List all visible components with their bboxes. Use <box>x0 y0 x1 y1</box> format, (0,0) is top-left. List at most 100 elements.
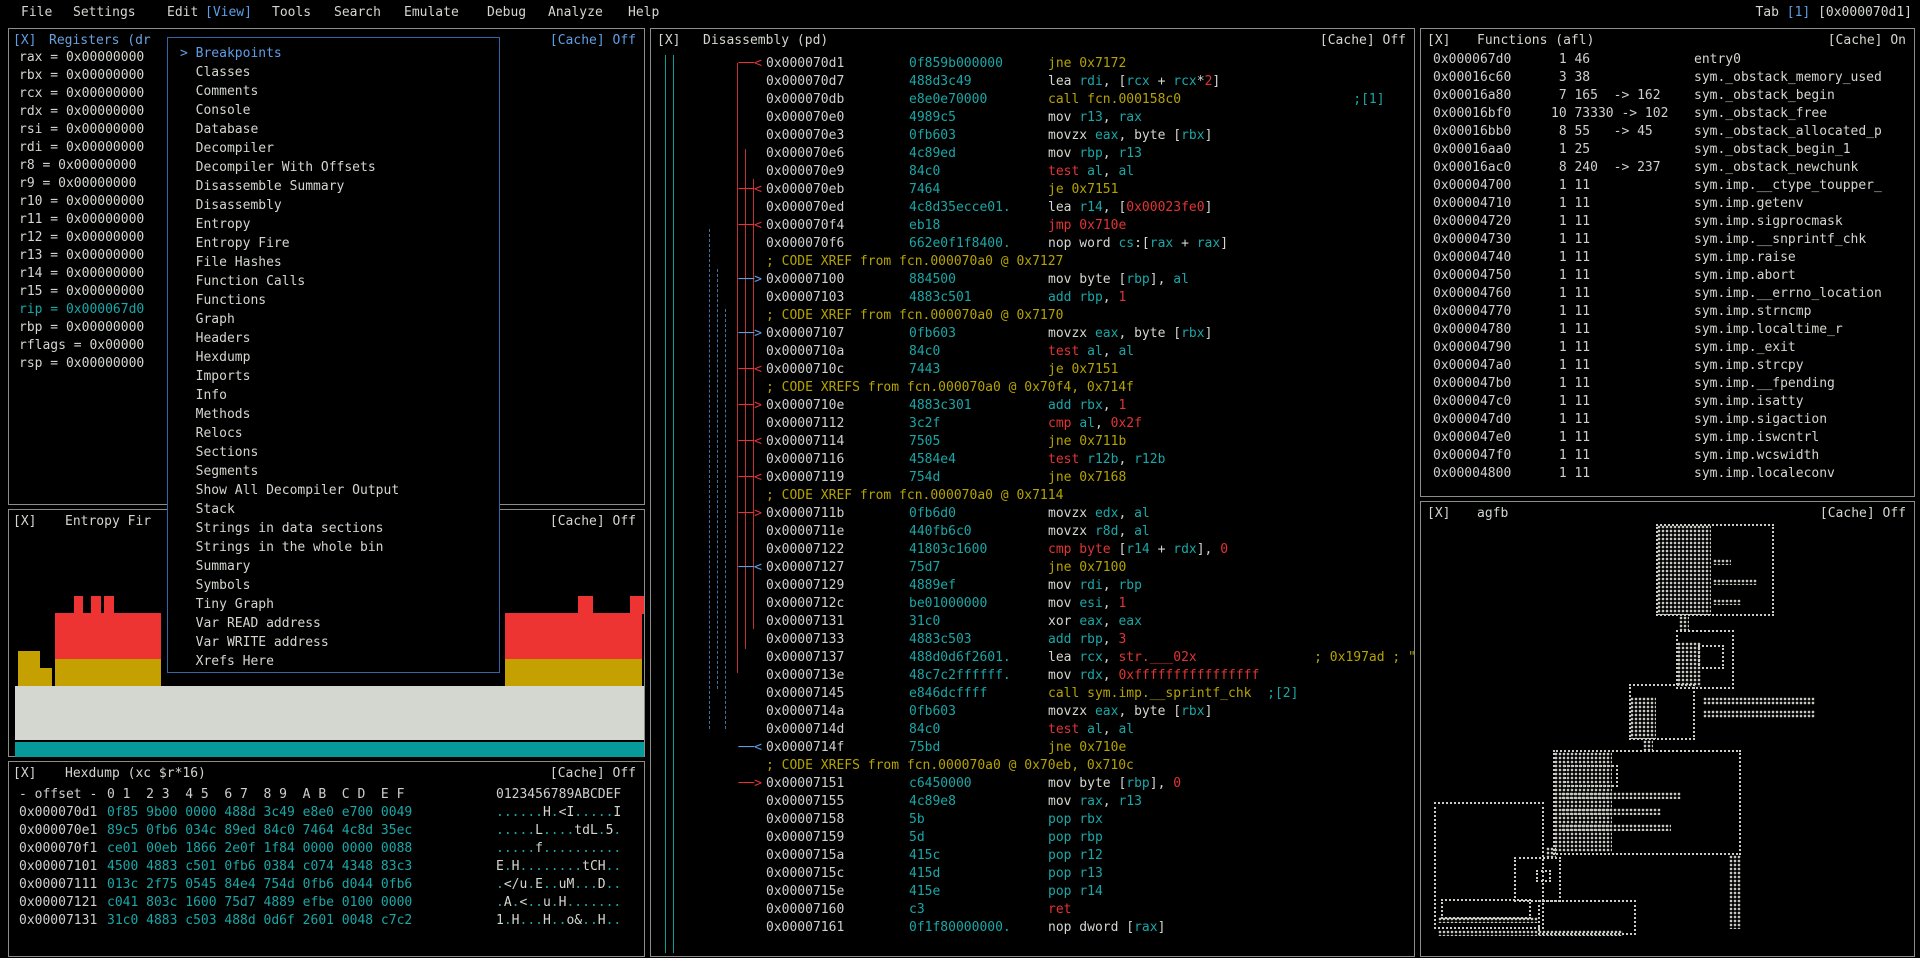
register-r10[interactable]: r10 = 0x00000000 <box>19 193 144 211</box>
view-menu-item-comments[interactable]: Comments <box>168 82 499 101</box>
functions-cache-toggle[interactable]: [Cache] On <box>1828 32 1906 50</box>
view-menu-item-summary[interactable]: Summary <box>168 557 499 576</box>
xref-comment-text: ; CODE XREFS from fcn.000070a0 @ 0x70eb,… <box>766 757 1134 775</box>
function-name: sym._obstack_begin <box>1694 87 1835 105</box>
view-menu-item-strings-in-data-sections[interactable]: Strings in data sections <box>168 519 499 538</box>
register-rcx[interactable]: rcx = 0x00000000 <box>19 85 144 103</box>
agfb-cache-toggle[interactable]: [Cache] Off <box>1820 505 1906 523</box>
view-menu-item-methods[interactable]: Methods <box>168 405 499 424</box>
registers-close-button[interactable]: [X] <box>13 32 36 50</box>
register-rsp[interactable]: rsp = 0x00000000 <box>19 355 144 373</box>
view-menu-item-segments[interactable]: Segments <box>168 462 499 481</box>
view-menu-item-headers[interactable]: Headers <box>168 329 499 348</box>
hexdump-header-offset: - offset - <box>19 786 97 804</box>
menu-item-edit[interactable]: Edit <box>167 4 198 22</box>
entropy-close-button[interactable]: [X] <box>13 513 36 531</box>
view-menu-item-decompiler[interactable]: Decompiler <box>168 139 499 158</box>
register-rflags[interactable]: rflags = 0x00000 <box>19 337 144 355</box>
register-r15[interactable]: r15 = 0x00000000 <box>19 283 144 301</box>
hexdump-close-button[interactable]: [X] <box>13 765 36 783</box>
view-menu-item-disassembly[interactable]: Disassembly <box>168 196 499 215</box>
view-menu-item-disassemble-summary[interactable]: Disassemble Summary <box>168 177 499 196</box>
menu-item-settings[interactable]: Settings <box>73 4 136 22</box>
disassembly-close-button[interactable]: [X] <box>657 32 680 50</box>
register-r11[interactable]: r11 = 0x00000000 <box>19 211 144 229</box>
view-menu-item-relocs[interactable]: Relocs <box>168 424 499 443</box>
view-menu-item-console[interactable]: Console <box>168 101 499 120</box>
view-menu-item-entropy[interactable]: Entropy <box>168 215 499 234</box>
view-menu-item-entropy-fire[interactable]: Entropy Fire <box>168 234 499 253</box>
view-menu-item-var-write-address[interactable]: Var WRITE address <box>168 633 499 652</box>
instruction-address: 0x00007155 <box>766 793 844 811</box>
view-menu-item-info[interactable]: Info <box>168 386 499 405</box>
function-stats: 8 55 -> 45 <box>1551 123 1653 141</box>
view-menu-item-var-read-address[interactable]: Var READ address <box>168 614 499 633</box>
view-menu-item-stack[interactable]: Stack <box>168 500 499 519</box>
register-rsi[interactable]: rsi = 0x00000000 <box>19 121 144 139</box>
view-menu-item-hexdump[interactable]: Hexdump <box>168 348 499 367</box>
view-menu-item-functions[interactable]: Functions <box>168 291 499 310</box>
view-menu-item-symbols[interactable]: Symbols <box>168 576 499 595</box>
view-menu-item-sections[interactable]: Sections <box>168 443 499 462</box>
menu-item-tools[interactable]: Tools <box>272 4 311 22</box>
register-rbp[interactable]: rbp = 0x00000000 <box>19 319 144 337</box>
view-menu-item-breakpoints[interactable]: > Breakpoints <box>168 44 499 63</box>
entropy-bar-segment <box>91 596 101 614</box>
view-menu-item-database[interactable]: Database <box>168 120 499 139</box>
register-r9[interactable]: r9 = 0x00000000 <box>19 175 136 193</box>
view-menu-item-show-all-decompiler-output[interactable]: Show All Decompiler Output <box>168 481 499 500</box>
function-name: sym._obstack_newchunk <box>1694 159 1858 177</box>
register-rdi[interactable]: rdi = 0x00000000 <box>19 139 144 157</box>
menu-item-file[interactable]: File <box>21 4 52 22</box>
menu-item-view[interactable]: [View] <box>205 4 252 22</box>
register-r13[interactable]: r13 = 0x00000000 <box>19 247 144 265</box>
register-rip[interactable]: rip = 0x000067d0 <box>19 301 144 319</box>
menu-item-help[interactable]: Help <box>628 4 659 22</box>
hexdump-cache-toggle[interactable]: [Cache] Off <box>550 765 636 783</box>
hexdump-ascii-char: . <box>527 841 535 856</box>
view-menu-item-imports[interactable]: Imports <box>168 367 499 386</box>
register-r8[interactable]: r8 = 0x00000000 <box>19 157 136 175</box>
registers-cache-toggle[interactable]: [Cache] Off <box>550 32 636 50</box>
instruction-address: 0x000070e0 <box>766 109 844 127</box>
function-address: 0x00004780 <box>1433 321 1511 339</box>
register-r12[interactable]: r12 = 0x00000000 <box>19 229 144 247</box>
function-stats: 1 11 <box>1551 177 1590 195</box>
graph-node-texture <box>1438 917 1538 923</box>
instruction-bytes: 4889ef <box>909 577 956 595</box>
menu-item-debug[interactable]: Debug <box>487 4 526 22</box>
function-address: 0x00016bf0 <box>1433 105 1511 123</box>
view-menu-item-file-hashes[interactable]: File Hashes <box>168 253 499 272</box>
register-rax[interactable]: rax = 0x00000000 <box>19 49 144 67</box>
view-menu-item-classes[interactable]: Classes <box>168 63 499 82</box>
view-menu-item-xrefs-here[interactable]: Xrefs Here <box>168 652 499 671</box>
view-menu-item-strings-in-the-whole-bin[interactable]: Strings in the whole bin <box>168 538 499 557</box>
view-menu-item-function-calls[interactable]: Function Calls <box>168 272 499 291</box>
graph-node-texture <box>1438 930 1623 936</box>
menu-item-analyze[interactable]: Analyze <box>548 4 603 22</box>
entropy-cache-toggle[interactable]: [Cache] Off <box>550 513 636 531</box>
tab-indicator: Tab [1] [0x000070d1] <box>1755 4 1912 22</box>
functions-close-button[interactable]: [X] <box>1427 32 1450 50</box>
function-stats: 8 240 -> 237 <box>1551 159 1661 177</box>
view-menu-item-graph[interactable]: Graph <box>168 310 499 329</box>
instruction-bytes: 7505 <box>909 433 940 451</box>
agfb-close-button[interactable]: [X] <box>1427 505 1450 523</box>
instruction-text: mov rdi, rbp <box>1048 577 1142 595</box>
hexdump-ascii-char: . <box>527 805 535 820</box>
function-name: sym.imp.sigaction <box>1694 411 1827 429</box>
instruction-token: lea <box>1048 200 1079 215</box>
instruction-bytes: 4c89ed <box>909 145 956 163</box>
view-menu-item-decompiler-with-offsets[interactable]: Decompiler With Offsets <box>168 158 499 177</box>
register-r14[interactable]: r14 = 0x00000000 <box>19 265 144 283</box>
instruction-bytes: e8e0e70000 <box>909 91 987 109</box>
instruction-token: mov <box>1048 668 1079 683</box>
menu-item-emulate[interactable]: Emulate <box>404 4 459 22</box>
instruction-address: 0x0000714a <box>766 703 844 721</box>
register-rdx[interactable]: rdx = 0x00000000 <box>19 103 144 121</box>
hexdump-ascii-char: H <box>598 859 606 874</box>
menu-item-search[interactable]: Search <box>334 4 381 22</box>
view-menu-item-tiny-graph[interactable]: Tiny Graph <box>168 595 499 614</box>
register-rbx[interactable]: rbx = 0x00000000 <box>19 67 144 85</box>
disassembly-cache-toggle[interactable]: [Cache] Off <box>1320 32 1406 50</box>
